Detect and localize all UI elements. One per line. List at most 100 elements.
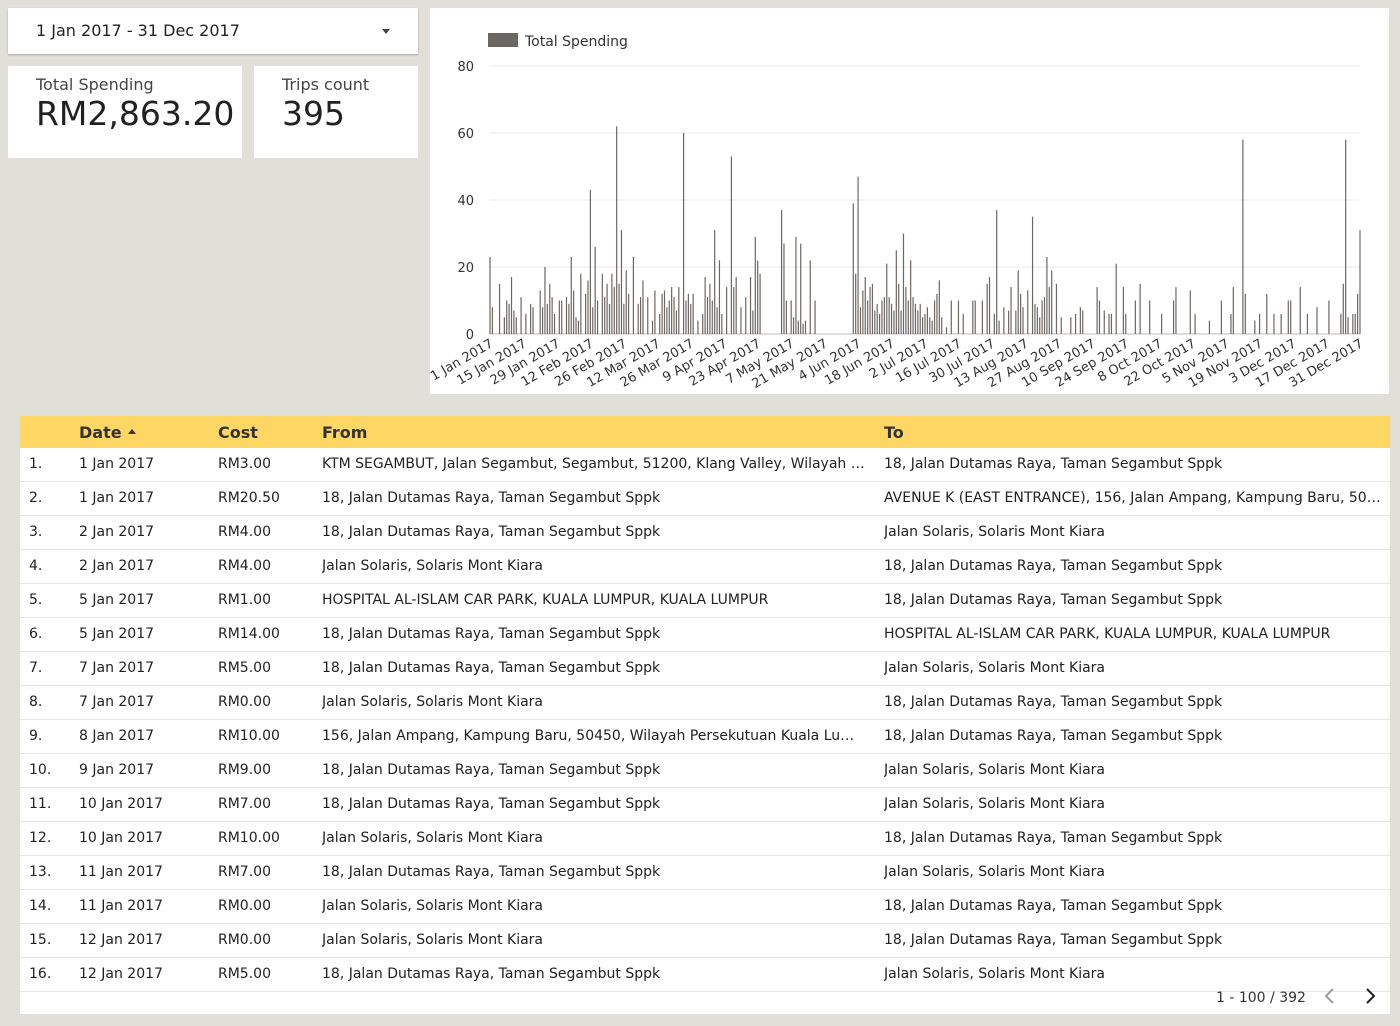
- chart-bar: [852, 203, 854, 334]
- column-header-from[interactable]: From: [322, 423, 867, 442]
- chart-bar: [541, 307, 544, 334]
- row-index: 4.: [29, 558, 43, 574]
- chart-bar: [1357, 293, 1359, 334]
- chart-bar: [938, 280, 940, 334]
- chart-bar: [804, 320, 807, 334]
- table-row[interactable]: 5. 5 Jan 2017 RM1.00 HOSPITAL AL-ISLAM CAR …: [20, 584, 1390, 618]
- row-index: 1.: [29, 456, 43, 472]
- chart-bar: [546, 303, 548, 334]
- table-row[interactable]: 13. 11 Jan 2017 RM7.00 18, Jalan Dutamas Ra…: [20, 856, 1390, 890]
- table-header: Date Cost From To: [20, 416, 1390, 448]
- row-date: 12 Jan 2017: [79, 966, 163, 982]
- chart-bar: [1139, 283, 1141, 334]
- chart-bar: [1034, 303, 1036, 334]
- table-row[interactable]: 12. 10 Jan 2017 RM10.00 Jalan Solaris, Sola…: [20, 822, 1390, 856]
- table-row[interactable]: 2. 1 Jan 2017 RM20.50 18, Jalan Dutamas Ray…: [20, 482, 1390, 516]
- chart-bar: [785, 300, 787, 334]
- chart-bar: [678, 287, 680, 334]
- chart-bar: [783, 243, 785, 334]
- chart-bar: [1017, 270, 1019, 334]
- table-row[interactable]: 15. 12 Jan 2017 RM0.00 Jalan Solaris, Solar…: [20, 924, 1390, 958]
- chart-bar: [1232, 287, 1234, 334]
- chart-bar: [1316, 307, 1318, 334]
- chart-bar: [1096, 287, 1098, 334]
- table-row[interactable]: 16. 12 Jan 2017 RM5.00 18, Jalan Dutamas Ra…: [20, 958, 1390, 992]
- table-row[interactable]: 3. 2 Jan 2017 RM4.00 18, Jalan Dutamas Raya…: [20, 516, 1390, 550]
- row-date: 7 Jan 2017: [79, 660, 155, 676]
- chart-bar: [792, 317, 795, 334]
- row-to: Jalan Solaris, Solaris Mont Kiara: [884, 660, 1106, 676]
- chart-bar: [1115, 263, 1117, 334]
- spending-bar-chart: 0204060801 Jan 201715 Jan 201729 Jan 201…: [430, 33, 1366, 392]
- table-row[interactable]: 6. 5 Jan 2017 RM14.00 18, Jalan Dutamas Ray…: [20, 618, 1390, 652]
- table-row[interactable]: 11. 10 Jan 2017 RM7.00 18, Jalan Dutamas Ra…: [20, 788, 1390, 822]
- chart-bar: [613, 287, 615, 334]
- chart-bar: [941, 317, 943, 334]
- chart-bar: [890, 303, 893, 334]
- chart-bar: [625, 270, 627, 334]
- chart-bar: [623, 303, 625, 334]
- chart-bar: [659, 313, 661, 334]
- chart-bar: [1172, 300, 1175, 334]
- row-date: 7 Jan 2017: [79, 694, 155, 710]
- chart-bar: [663, 290, 666, 334]
- chart-bar: [616, 126, 618, 334]
- pagination-label: 1 - 100 / 392: [1216, 990, 1306, 1006]
- row-cost: RM7.00: [218, 796, 271, 812]
- chevron-left-icon[interactable]: [1318, 983, 1342, 1009]
- chart-bar: [503, 317, 505, 334]
- chart-bar: [706, 297, 709, 334]
- row-date: 2 Jan 2017: [79, 524, 155, 540]
- row-cost: RM4.00: [218, 558, 271, 574]
- chart-bar: [618, 283, 620, 334]
- y-tick-label: 60: [457, 127, 474, 142]
- chart-bar: [754, 236, 756, 334]
- chart-bar: [1020, 293, 1022, 334]
- table-row[interactable]: 4. 2 Jan 2017 RM4.00 Jalan Solaris, Solaris…: [20, 550, 1390, 584]
- table-row[interactable]: 9. 8 Jan 2017 RM10.00 156, Jalan Ampang, Ka…: [20, 720, 1390, 754]
- row-to: 18, Jalan Dutamas Raya, Taman Segambut S…: [884, 694, 1223, 710]
- chart-bar: [895, 250, 897, 334]
- chart-bar: [709, 283, 711, 334]
- chart-bar: [912, 297, 914, 334]
- date-range-picker[interactable]: 1 Jan 2017 - 31 Dec 2017: [8, 8, 418, 54]
- chart-bar: [917, 310, 919, 334]
- row-date: 9 Jan 2017: [79, 762, 155, 778]
- column-header-date-label[interactable]: Date: [79, 423, 122, 442]
- chart-bar: [1347, 317, 1349, 334]
- chart-bar: [1242, 139, 1244, 334]
- row-index: 10.: [29, 762, 52, 778]
- chevron-right-icon[interactable]: [1358, 983, 1382, 1009]
- chart-bar: [1354, 313, 1356, 334]
- column-header-cost[interactable]: Cost: [218, 423, 308, 442]
- chart-bar: [883, 297, 885, 334]
- dropdown-arrow-icon[interactable]: [382, 29, 390, 34]
- chart-bar: [592, 307, 594, 334]
- row-date: 11 Jan 2017: [79, 898, 163, 914]
- row-to: 18, Jalan Dutamas Raya, Taman Segambut S…: [884, 456, 1223, 472]
- row-to: Jalan Solaris, Solaris Mont Kiara: [884, 796, 1106, 812]
- table-row[interactable]: 8. 7 Jan 2017 RM0.00 Jalan Solaris, Solaris…: [20, 686, 1390, 720]
- column-header-to[interactable]: To: [884, 423, 1384, 442]
- table-row[interactable]: 10. 9 Jan 2017 RM9.00 18, Jalan Dutamas Ray…: [20, 754, 1390, 788]
- row-from: 18, Jalan Dutamas Raya, Taman Segambut S…: [322, 796, 661, 812]
- chart-bar: [795, 236, 797, 334]
- chart-bar: [561, 300, 563, 334]
- chart-bar: [867, 300, 869, 334]
- column-header-date[interactable]: Date: [79, 423, 209, 442]
- y-tick-label: 80: [457, 60, 474, 75]
- row-from: 18, Jalan Dutamas Raya, Taman Segambut S…: [322, 660, 661, 676]
- row-index: 8.: [29, 694, 43, 710]
- table-row[interactable]: 1. 1 Jan 2017 RM3.00 KTM SEGAMBUT, Jalan Se…: [20, 448, 1390, 482]
- scorecard-title: Total Spending: [36, 75, 154, 94]
- sort-ascending-icon[interactable]: [127, 429, 136, 434]
- chart-bar: [726, 287, 728, 334]
- chart-bar: [565, 297, 568, 334]
- table-row[interactable]: 14. 11 Jan 2017 RM0.00 Jalan Solaris, Solar…: [20, 890, 1390, 924]
- table-row[interactable]: 7. 7 Jan 2017 RM5.00 18, Jalan Dutamas Raya…: [20, 652, 1390, 686]
- row-index: 5.: [29, 592, 43, 608]
- chart-bar: [553, 313, 556, 334]
- chart-bar: [749, 277, 752, 334]
- row-to: AVENUE K (EAST ENTRANCE), 156, Jalan Amp…: [884, 490, 1384, 506]
- chart-bar: [570, 256, 572, 334]
